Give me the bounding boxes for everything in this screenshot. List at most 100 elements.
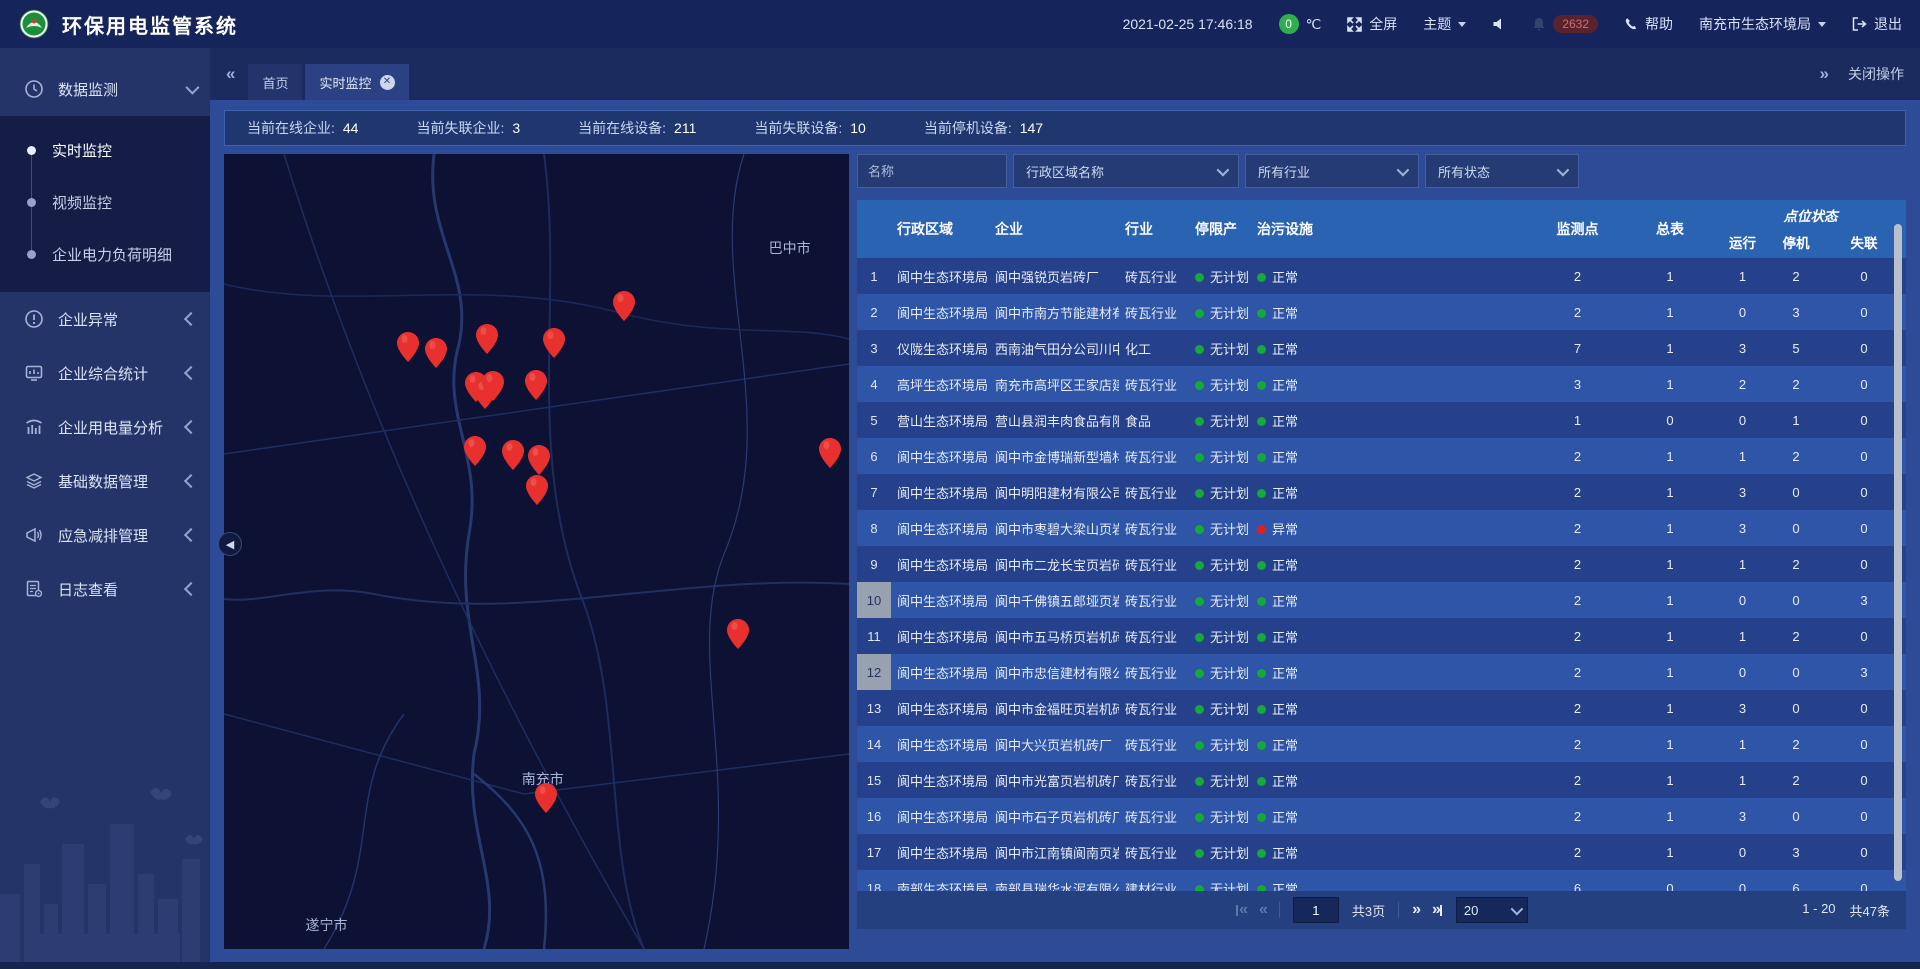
table-scrollbar[interactable] (1894, 224, 1902, 881)
tab-0[interactable]: 首页 (248, 64, 302, 100)
cell-company: 营山县润丰肉食品有限 (989, 411, 1119, 430)
table-row-2[interactable]: 2阆中生态环境局阆中市南方节能建材有砖瓦行业无计划正常21030 (857, 294, 1906, 330)
chevron-down-icon (1510, 902, 1523, 915)
table-row-1[interactable]: 1阆中生态环境局阆中强锐页岩砖厂砖瓦行业无计划正常21120 (857, 258, 1906, 294)
map-collapse-button[interactable]: ◀ (218, 532, 242, 556)
last-page-button[interactable]: » (1432, 902, 1443, 918)
table-panel: 行政区域名称 所有行业 所有状态 (857, 154, 1906, 929)
status-select-value: 所有状态 (1438, 162, 1490, 181)
table-row-3[interactable]: 3仪陇生态环境局西南油气田分公司川中化工无计划正常71350 (857, 330, 1906, 366)
map-marker-pin-2[interactable] (476, 324, 498, 354)
cell-run: 0 (1715, 665, 1770, 680)
cell-industry: 化工 (1119, 339, 1189, 358)
sidebar-subitem-0-0[interactable]: 实时监控 (0, 124, 210, 176)
sidebar-item-5[interactable]: 应急减排管理 (0, 508, 210, 562)
cell-industry: 砖瓦行业 (1119, 267, 1189, 286)
sidebar-item-4[interactable]: 基础数据管理 (0, 454, 210, 508)
cell-industry: 砖瓦行业 (1119, 627, 1189, 646)
table-row-4[interactable]: 4高坪生态环境局南充市高坪区王家店建砖瓦行业无计划正常31220 (857, 366, 1906, 402)
sidebar-item-3[interactable]: 企业用电量分析 (0, 400, 210, 454)
tab-close-icon[interactable]: ✕ (380, 75, 395, 90)
table-row-10[interactable]: 10阆中生态环境局阆中千佛镇五郎垭页岩砖瓦行业无计划正常21003 (857, 582, 1906, 618)
map-marker-pin-12[interactable] (526, 475, 548, 505)
table-row-16[interactable]: 16阆中生态环境局阆中市石子页岩机砖厂砖瓦行业无计划正常21300 (857, 798, 1906, 834)
status-select[interactable]: 所有状态 (1425, 154, 1579, 188)
page-size-select[interactable]: 20 (1456, 897, 1528, 923)
tabs-scroll-right-icon[interactable]: » (1820, 64, 1826, 84)
map-panel[interactable]: ◀ 巴中市南充市遂宁市 (224, 154, 849, 949)
first-page-button[interactable]: « (1235, 902, 1246, 918)
theme-dropdown[interactable]: 主题 (1423, 14, 1466, 34)
cell-industry: 砖瓦行业 (1119, 555, 1189, 574)
status-dot-green-icon (1195, 489, 1204, 498)
map-marker-pin-15[interactable] (535, 783, 557, 813)
status-dot-green-icon (1257, 777, 1266, 786)
page-number-input[interactable]: 1 (1293, 897, 1339, 923)
sidebar-subitem-0-1[interactable]: 视频监控 (0, 176, 210, 228)
cell-industry: 砖瓦行业 (1119, 771, 1189, 790)
sidebar-subitem-0-2[interactable]: 企业电力负荷明细 (0, 228, 210, 280)
fullscreen-icon (1347, 17, 1362, 32)
table-row-15[interactable]: 15阆中生态环境局阆中市光富页岩机砖厂砖瓦行业无计划正常21120 (857, 762, 1906, 798)
cell-company: 阆中市南方节能建材有 (989, 303, 1119, 322)
industry-select[interactable]: 所有行业 (1245, 154, 1419, 188)
table-row-6[interactable]: 6阆中生态环境局阆中市金博瑞新型墙材砖瓦行业无计划正常21120 (857, 438, 1906, 474)
caret-down-icon (1818, 22, 1826, 27)
cell-facility-status: 正常 (1251, 483, 1530, 502)
map-marker-pin-10[interactable] (502, 440, 524, 470)
map-marker-pin-3[interactable] (543, 328, 565, 358)
logout-button[interactable]: 退出 (1852, 14, 1902, 34)
col-meters: 总表 (1625, 200, 1715, 258)
table-row-12[interactable]: 12阆中生态环境局阆中市忠信建材有限公砖瓦行业无计划正常21003 (857, 654, 1906, 690)
fullscreen-button[interactable]: 全屏 (1347, 14, 1397, 34)
sidebar-item-6[interactable]: 日志查看 (0, 562, 210, 616)
map-marker-pin-9[interactable] (464, 436, 486, 466)
tabs-scroll-left-icon[interactable]: « (226, 64, 232, 84)
table-row-9[interactable]: 9阆中生态环境局阆中市二龙长宝页岩砖砖瓦行业无计划正常21120 (857, 546, 1906, 582)
col-region: 行政区域 (891, 200, 989, 258)
cell-points: 2 (1530, 305, 1625, 320)
cell-points: 2 (1530, 773, 1625, 788)
map-marker-pin-0[interactable] (397, 332, 419, 362)
map-marker-pin-1[interactable] (425, 338, 447, 368)
table-row-17[interactable]: 17阆中生态环境局阆中市江南镇阆南页岩砖瓦行业无计划正常21030 (857, 834, 1906, 870)
region-select[interactable]: 行政区域名称 (1013, 154, 1239, 188)
cell-stop: 5 (1770, 341, 1822, 356)
cell-industry: 食品 (1119, 411, 1189, 430)
row-index: 7 (857, 474, 891, 510)
table-row-5[interactable]: 5营山生态环境局营山县润丰肉食品有限食品无计划正常10010 (857, 402, 1906, 438)
map-marker-pin-7[interactable] (482, 371, 504, 401)
map-marker-pin-13[interactable] (819, 438, 841, 468)
map-marker-pin-4[interactable] (613, 291, 635, 321)
sidebar-submenu: 实时监控视频监控企业电力负荷明细 (0, 116, 210, 292)
map-marker-pin-11[interactable] (528, 445, 550, 475)
status-dot-green-icon (1195, 273, 1204, 282)
next-page-button[interactable]: » (1412, 902, 1419, 918)
name-search-input[interactable] (857, 154, 1007, 188)
map-marker-pin-8[interactable] (525, 370, 547, 400)
app-logo-icon (18, 8, 50, 40)
table-row-11[interactable]: 11阆中生态环境局阆中市五马桥页岩机砖砖瓦行业无计划正常21120 (857, 618, 1906, 654)
table-row-13[interactable]: 13阆中生态环境局阆中市金福旺页岩机砖砖瓦行业无计划正常21300 (857, 690, 1906, 726)
help-button[interactable]: 帮助 (1624, 14, 1673, 34)
table-row-14[interactable]: 14阆中生态环境局阆中大兴页岩机砖厂砖瓦行业无计划正常21120 (857, 726, 1906, 762)
status-dot-green-icon (1195, 525, 1204, 534)
volume-button[interactable] (1492, 17, 1506, 31)
org-dropdown[interactable]: 南充市生态环境局 (1699, 14, 1826, 34)
table-row-7[interactable]: 7阆中生态环境局阆中明阳建材有限公司砖瓦行业无计划正常21300 (857, 474, 1906, 510)
prev-page-button[interactable]: « (1259, 902, 1266, 918)
sidebar-subitem-label: 视频监控 (52, 192, 112, 213)
sidebar-item-0[interactable]: 数据监测 (0, 62, 210, 116)
layers-icon (24, 471, 44, 491)
tab-1[interactable]: 实时监控✕ (305, 64, 408, 100)
status-dot-green-icon (1195, 381, 1204, 390)
row-index: 2 (857, 294, 891, 330)
close-operations-button[interactable]: 关闭操作 (1848, 64, 1904, 84)
table-row-8[interactable]: 8阆中生态环境局阆中市枣碧大梁山页岩砖瓦行业无计划异常21300 (857, 510, 1906, 546)
map-marker-pin-14[interactable] (727, 619, 749, 649)
row-index: 8 (857, 510, 891, 546)
notification-button[interactable]: 2632 (1532, 15, 1598, 33)
sidebar-item-1[interactable]: 企业异常 (0, 292, 210, 346)
cell-company: 阆中市江南镇阆南页岩 (989, 843, 1119, 862)
sidebar-item-2[interactable]: 企业综合统计 (0, 346, 210, 400)
